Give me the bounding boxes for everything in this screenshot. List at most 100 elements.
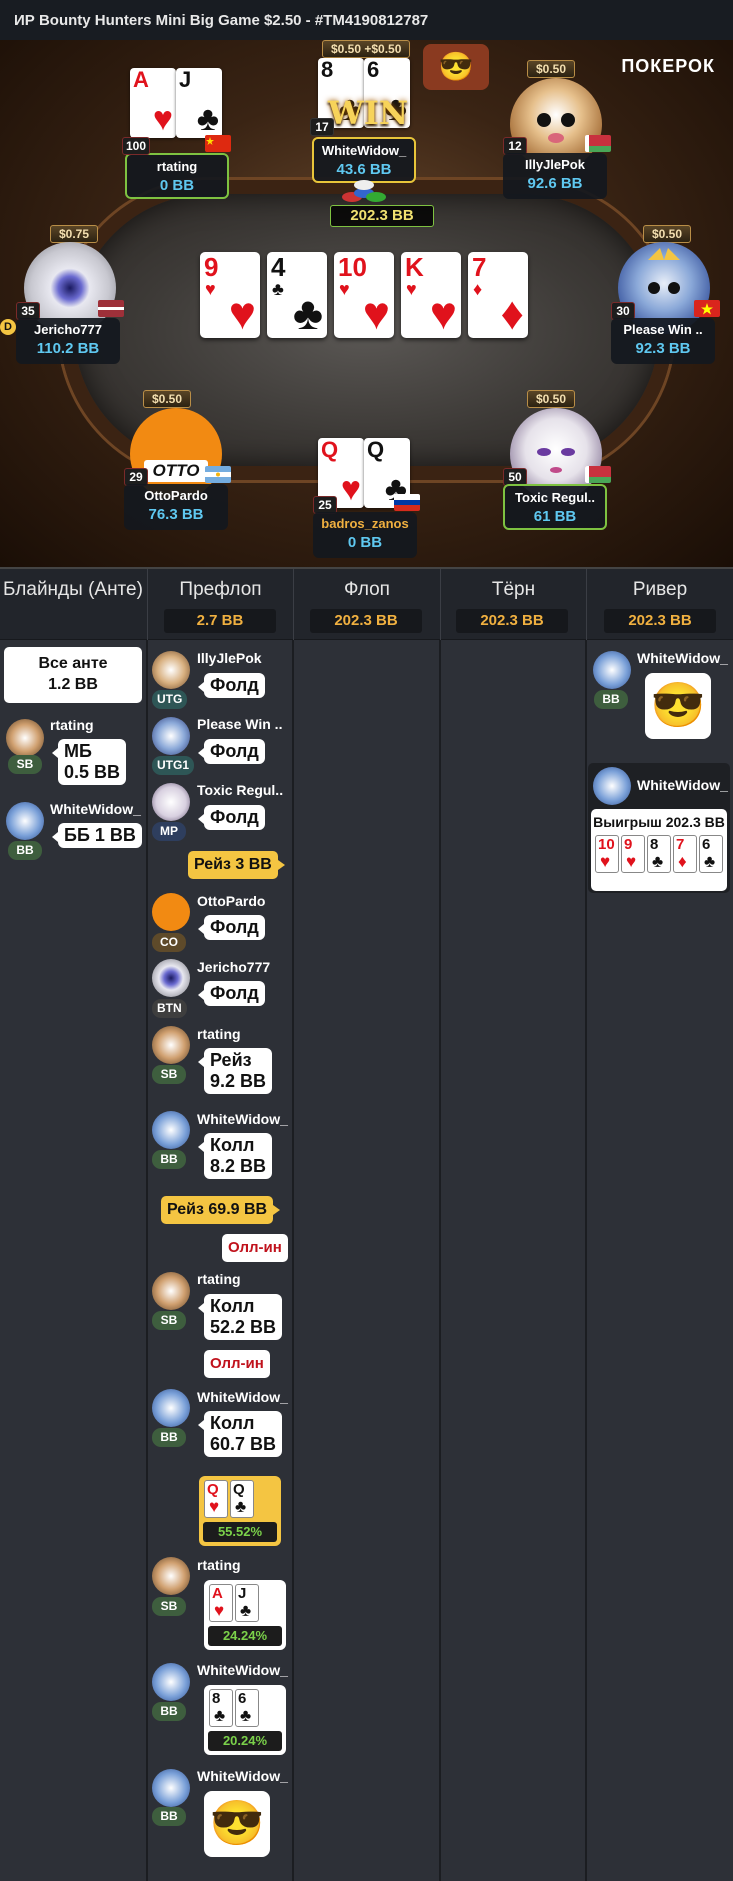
avatar	[6, 802, 44, 840]
column-title-turn: Тёрн	[491, 579, 536, 600]
mini-card: J ♣	[235, 1584, 259, 1622]
mini-card: 9 ♥	[621, 835, 645, 873]
avatar	[152, 651, 190, 689]
winnings-label: Выигрыш 202.3 BB	[593, 814, 725, 830]
player-name: Toxic Regul..	[197, 782, 284, 798]
column-title-river: Ривер	[632, 579, 688, 600]
dealer-button-icon: D	[0, 319, 16, 335]
equity-value: 24.24%	[208, 1626, 282, 1646]
emoji-sticker-icon: 😎	[204, 1791, 270, 1857]
bounty-badge: $0.50 +$0.50	[322, 40, 411, 58]
seat-rtating[interactable]: rtating 0 BB	[125, 153, 229, 199]
brand-logo: ПОКЕРОК	[621, 56, 715, 76]
avatar	[6, 719, 44, 757]
pot-river: 202.3 BB	[604, 609, 716, 633]
seat-jericho777[interactable]: Jericho777 110.2 BB	[16, 318, 120, 364]
seat-ottopardo[interactable]: OttoPardo 76.3 BB	[124, 484, 228, 530]
position-badge: BTN	[152, 999, 187, 1018]
mini-card: 8 ♣	[647, 835, 671, 873]
poker-table: ПОКЕРОК 9 ♥ ♥ 4 ♣ ♣ 10 ♥ ♥ K ♥ ♥ 7 ♦ ♦ 2…	[0, 40, 733, 567]
belarus-flag-icon	[585, 135, 611, 152]
player-name: Jericho777	[197, 959, 271, 975]
player-name: WhiteWidow_	[637, 777, 728, 793]
player-name: rtating	[50, 717, 94, 733]
player-name: IllyJlePok	[197, 650, 262, 666]
winnings-box: Выигрыш 202.3 BB 10 ♥ 9 ♥ 8 ♣ 7 ♦ 6 ♣	[591, 809, 727, 891]
player-name: rtating	[197, 1271, 241, 1287]
hand-history-panel: Блайнды (Анте) Префлоп 2.7 BB Флоп 202.3…	[0, 567, 733, 1881]
action-bubble: ББ 1 BB	[52, 823, 142, 848]
seat-badros-zanos[interactable]: badros_zanos 0 BB	[313, 512, 417, 558]
ante-summary: Все анте 1.2 BB	[4, 647, 142, 703]
player-name: OttoPardo	[197, 893, 266, 909]
position-badge: MP	[152, 822, 186, 841]
avatar	[152, 959, 190, 997]
avatar	[152, 1111, 190, 1149]
position-badge: UTG1	[152, 756, 195, 775]
equity-value: 20.24%	[208, 1731, 282, 1751]
vietnam-flag-icon	[694, 300, 720, 317]
raise-marker: Рейз 69.9 BB	[161, 1196, 281, 1224]
mini-card: 7 ♦	[673, 835, 697, 873]
avatar	[593, 767, 631, 805]
win-banner: WIN	[327, 94, 409, 132]
mini-card: Q ♣	[230, 1480, 254, 1518]
action-bubble: Фолд	[198, 981, 265, 1006]
pot-preflop: 2.7 BB	[164, 609, 276, 633]
avatar	[152, 1769, 190, 1807]
seat-illyjlepok[interactable]: IllyJlePok 92.6 BB	[503, 153, 607, 199]
action-bubble: Колл 8.2 BB	[197, 1133, 273, 1179]
winning-hand: 10 ♥ 9 ♥ 8 ♣ 7 ♦ 6 ♣	[591, 835, 727, 873]
bounty-badge: $0.75	[50, 225, 99, 243]
hole-card: A ♥	[130, 68, 176, 138]
board-card-1: 9 ♥ ♥	[200, 252, 260, 338]
action-bubble: Колл 52.2 BB	[197, 1294, 283, 1340]
player-name: WhiteWidow_	[50, 801, 141, 817]
player-name: rtating	[197, 1557, 241, 1573]
mini-card: 6 ♣	[235, 1689, 259, 1727]
column-divider	[585, 640, 587, 1881]
action-bubble: Фолд	[198, 805, 265, 830]
position-badge: BB	[152, 1150, 186, 1169]
player-name: WhiteWidow_	[637, 650, 728, 666]
belarus-flag-icon	[585, 466, 611, 483]
bounty-badge: $0.50	[143, 390, 192, 408]
avatar	[152, 1272, 190, 1310]
action-bubble: Колл 60.7 BB	[197, 1411, 283, 1457]
seat-level-badge: 100	[122, 137, 151, 155]
action-bubble: МБ 0.5 BB	[51, 739, 127, 785]
column-divider	[146, 640, 148, 1881]
action-bubble: Фолд	[198, 673, 265, 698]
all-in-marker: Олл-ин	[222, 1234, 288, 1262]
hole-card: J ♣	[176, 68, 222, 138]
all-in-marker: Олл-ин	[204, 1350, 270, 1378]
pot-flop: 202.3 BB	[310, 609, 422, 633]
player-name: WhiteWidow_	[197, 1768, 288, 1784]
china-flag-icon	[205, 135, 231, 152]
argentina-flag-icon	[205, 466, 231, 483]
bounty-badge: $0.50	[643, 225, 692, 243]
mini-card: Q ♥	[204, 1480, 228, 1518]
avatar	[593, 651, 631, 689]
emoji-sticker-icon: 😎	[423, 44, 489, 90]
position-badge: BB	[152, 1428, 186, 1447]
mini-card: 8 ♣	[209, 1689, 233, 1727]
chip-stack-icon	[340, 175, 388, 205]
column-title-flop: Флоп	[344, 579, 390, 600]
position-badge: BB	[8, 841, 42, 860]
seat-please-win[interactable]: Please Win .. 92.3 BB	[611, 318, 715, 364]
mini-card: 10 ♥	[595, 835, 619, 873]
avatar	[152, 1557, 190, 1595]
board-card-2: 4 ♣ ♣	[267, 252, 327, 338]
column-divider	[439, 640, 441, 1881]
column-title-blinds: Блайнды (Анте)	[3, 579, 143, 600]
avatar	[152, 783, 190, 821]
showdown-hand: 8 ♣ 6 ♣ 20.24%	[204, 1685, 286, 1755]
position-badge: UTG	[152, 690, 188, 709]
seat-toxic-regul[interactable]: Toxic Regul.. 61 BB	[503, 484, 607, 530]
bounty-badge: $0.50	[527, 60, 576, 78]
column-divider	[292, 640, 294, 1881]
column-title-preflop: Префлоп	[179, 579, 262, 600]
action-bubble: Фолд	[198, 739, 265, 764]
bounty-badge: $0.50	[527, 390, 576, 408]
